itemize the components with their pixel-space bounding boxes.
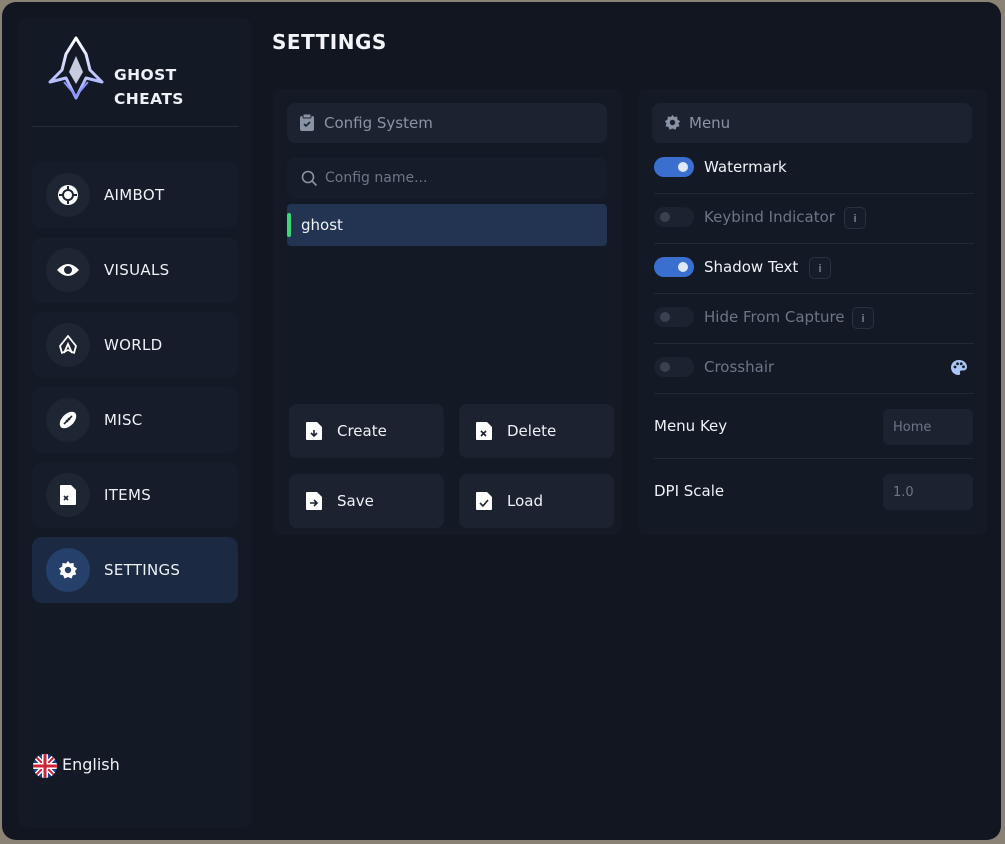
config-name-input[interactable] — [325, 167, 585, 189]
info-icon[interactable]: i — [809, 257, 831, 279]
nav-label-misc: MISC — [104, 411, 143, 429]
menu-key-label: Menu Key — [654, 417, 728, 435]
load-button[interactable]: Load — [459, 474, 614, 528]
menu-header-label: Menu — [689, 114, 731, 132]
search-icon — [301, 170, 318, 187]
file-load-icon — [476, 492, 492, 510]
create-button[interactable]: Create — [289, 404, 444, 458]
brand-divider — [32, 126, 239, 127]
config-header-label: Config System — [324, 114, 433, 132]
gear-icon — [46, 548, 90, 592]
menu-panel: Menu Watermark Keybind Indicator i Shado… — [638, 89, 987, 535]
toggle-knob — [678, 262, 688, 272]
nav-label-items: ITEMS — [104, 486, 152, 504]
divider — [654, 458, 974, 459]
file-delete-icon — [476, 422, 492, 440]
config-search — [287, 157, 607, 199]
items-file-icon — [46, 473, 90, 517]
load-label: Load — [507, 492, 543, 510]
create-label: Create — [337, 422, 387, 440]
brand-name: GHOST CHEATS — [114, 63, 224, 111]
nav-label-visuals: VISUALS — [104, 261, 170, 279]
info-icon[interactable]: i — [852, 307, 874, 329]
selected-indicator — [287, 213, 291, 237]
crosshair-label: Crosshair — [704, 358, 775, 376]
toggle-knob — [660, 312, 670, 322]
hide-from-capture-toggle[interactable] — [654, 307, 694, 327]
gear-icon — [664, 114, 681, 130]
config-item-name: ghost — [301, 216, 343, 234]
eye-icon — [46, 248, 90, 292]
nav-item-world[interactable]: WORLD — [32, 312, 238, 378]
world-icon — [46, 323, 90, 367]
nav-label-world: WORLD — [104, 336, 163, 354]
crosshair-toggle[interactable] — [654, 357, 694, 377]
nav-label-aimbot: AIMBOT — [104, 186, 165, 204]
shadow-text-label: Shadow Text — [704, 258, 799, 276]
brand-line-2: CHEATS — [114, 90, 184, 108]
nav-item-aimbot[interactable]: AIMBOT — [32, 162, 238, 228]
nav-item-items[interactable]: ITEMS — [32, 462, 238, 528]
football-icon — [46, 398, 90, 442]
config-header: Config System — [287, 103, 607, 143]
dpi-scale-label: DPI Scale — [654, 482, 725, 500]
menu-header: Menu — [652, 103, 972, 143]
toggle-knob — [678, 162, 688, 172]
delete-button[interactable]: Delete — [459, 404, 614, 458]
keybind-indicator-toggle[interactable] — [654, 207, 694, 227]
language-label: English — [62, 755, 120, 774]
nav-item-misc[interactable]: MISC — [32, 387, 238, 453]
brand-line-1: GHOST — [114, 66, 177, 84]
toggle-row-hide-from-capture: Hide From Capture i — [654, 293, 974, 343]
menu-key-row: Menu Key — [654, 405, 974, 449]
hide-from-capture-label: Hide From Capture — [704, 308, 845, 326]
delete-label: Delete — [507, 422, 557, 440]
palette-icon[interactable] — [950, 359, 968, 377]
clipboard-icon — [300, 114, 314, 131]
keybind-indicator-label: Keybind Indicator — [704, 208, 835, 226]
toggle-row-keybind-indicator: Keybind Indicator i — [654, 193, 974, 243]
toggle-row-watermark: Watermark — [654, 143, 974, 193]
divider — [654, 393, 974, 394]
shadow-text-toggle[interactable] — [654, 257, 694, 277]
save-button[interactable]: Save — [289, 474, 444, 528]
crosshair-icon — [46, 173, 90, 217]
nav-label-settings: SETTINGS — [104, 561, 181, 579]
menu-key-input[interactable] — [883, 409, 973, 445]
dpi-scale-row: DPI Scale — [654, 470, 974, 514]
nav-item-visuals[interactable]: VISUALS — [32, 237, 238, 303]
ghost-logo-icon — [48, 36, 104, 100]
sidebar: GHOST CHEATS AIMBOT VISUALS WORLD MISC I… — [18, 18, 252, 828]
toggle-row-shadow-text: Shadow Text i — [654, 243, 974, 293]
toggle-row-crosshair: Crosshair — [654, 343, 974, 393]
page-title: SETTINGS — [272, 30, 387, 54]
app-window: GHOST CHEATS AIMBOT VISUALS WORLD MISC I… — [2, 2, 1001, 840]
toggle-knob — [660, 362, 670, 372]
save-label: Save — [337, 492, 374, 510]
dpi-scale-input[interactable] — [883, 474, 973, 510]
info-icon[interactable]: i — [844, 207, 866, 229]
uk-flag-icon — [33, 754, 57, 778]
config-list-item[interactable]: ghost — [287, 204, 607, 246]
watermark-toggle[interactable] — [654, 157, 694, 177]
toggle-knob — [660, 212, 670, 222]
watermark-label: Watermark — [704, 158, 787, 176]
config-panel: Config System ghost Create Delete Save L… — [273, 89, 622, 535]
file-save-icon — [306, 492, 322, 510]
file-create-icon — [306, 422, 322, 440]
nav-item-settings[interactable]: SETTINGS — [32, 537, 238, 603]
